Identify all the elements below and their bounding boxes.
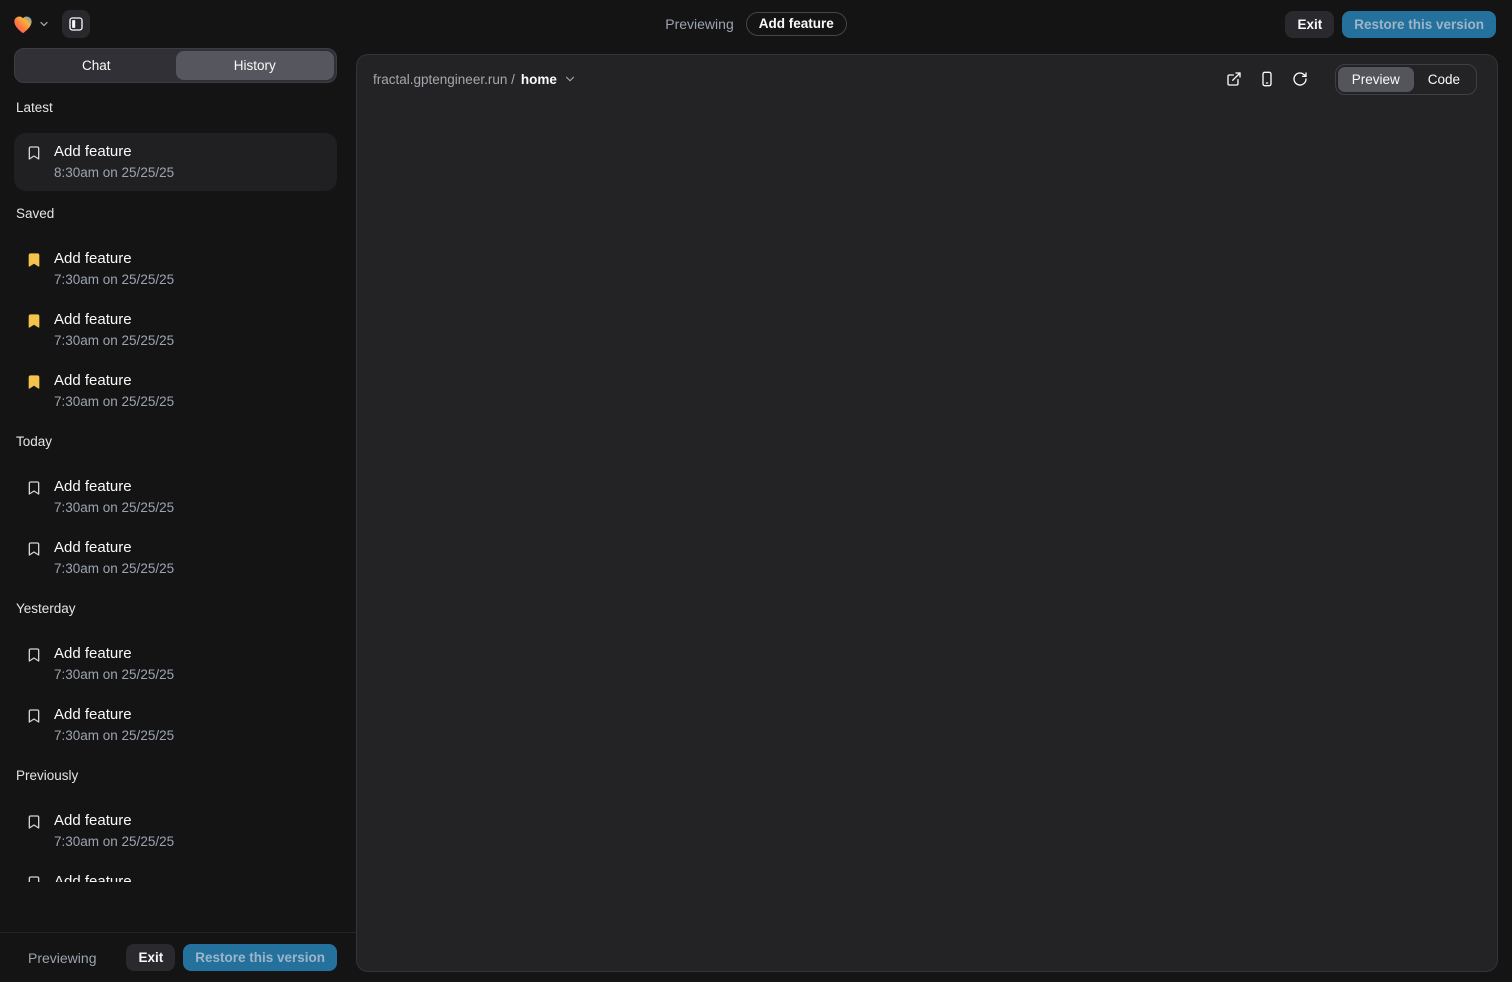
previewing-label: Previewing [665, 16, 733, 32]
section-yesterday: Yesterday Add feature 7:30am on 25/25/25… [14, 600, 337, 744]
url-selector[interactable]: fractal.gptengineer.run / home [373, 72, 577, 87]
history-item-title: Add feature [54, 311, 174, 329]
section-title: Previously [14, 767, 337, 784]
exit-button-footer[interactable]: Exit [126, 944, 175, 971]
bookmark-icon[interactable] [26, 708, 42, 724]
history-item-title: Add feature [54, 645, 174, 663]
history-item-time: 7:30am on 25/25/25 [54, 272, 174, 288]
history-item[interactable]: Add feature 7:30am on 25/25/25 [14, 372, 337, 410]
preview-content [357, 97, 1497, 971]
section-title: Saved [14, 205, 337, 222]
section-title: Latest [14, 99, 337, 116]
section-saved: Saved Add feature 7:30am on 25/25/25 Add… [14, 205, 337, 410]
tab-code[interactable]: Code [1414, 67, 1474, 92]
history-item-time: 7:30am on 25/25/25 [54, 500, 174, 516]
history-item-time: 8:30am on 25/25/25 [54, 165, 174, 181]
bookmark-filled-icon[interactable] [26, 252, 42, 268]
history-item-title: Add feature [54, 372, 174, 390]
chevron-down-icon [563, 72, 577, 86]
history-item-time: 7:30am on 25/25/25 [54, 394, 174, 410]
sidebar-footer: Previewing Exit Restore this version [0, 932, 356, 982]
history-item[interactable]: Add feature 7:30am on 25/25/25 [14, 539, 337, 577]
section-title: Today [14, 433, 337, 450]
preview-panel: fractal.gptengineer.run / home [356, 54, 1498, 972]
bookmark-icon[interactable] [26, 480, 42, 496]
history-sidebar: Chat History Latest Add feature 8:30am o… [0, 48, 356, 982]
history-item[interactable]: Add feature 7:30am on 25/25/25 [14, 812, 337, 850]
history-item-time: 7:30am on 25/25/25 [54, 728, 174, 744]
bookmark-filled-icon[interactable] [26, 374, 42, 390]
history-item-time: 7:30am on 25/25/25 [54, 333, 174, 349]
history-item-title: Add feature [54, 706, 174, 724]
previewing-status: Previewing [28, 950, 96, 966]
history-item-title: Add feature [54, 539, 174, 557]
refresh-button[interactable] [1288, 67, 1312, 91]
version-badge: Add feature [746, 12, 847, 36]
mobile-view-button[interactable] [1255, 67, 1279, 91]
history-item-title: Add feature [54, 478, 174, 496]
exit-button[interactable]: Exit [1285, 11, 1334, 38]
history-item-time: 7:30am on 25/25/25 [54, 561, 174, 577]
section-today: Today Add feature 7:30am on 25/25/25 Add… [14, 433, 337, 577]
section-title: Yesterday [14, 600, 337, 617]
history-item[interactable]: Add feature 7:30am on 25/25/25 [14, 250, 337, 288]
tab-chat[interactable]: Chat [17, 51, 176, 80]
rotate-cw-icon [1292, 71, 1308, 87]
bookmark-icon[interactable] [26, 647, 42, 663]
preview-header: fractal.gptengineer.run / home [357, 55, 1497, 97]
history-item[interactable]: Add feature 7:30am on 25/25/25 [14, 706, 337, 744]
smartphone-icon [1259, 71, 1275, 87]
history-item-title: Add feature [54, 812, 174, 830]
history-item-time: 7:30am on 25/25/25 [54, 667, 174, 683]
history-item-title: Add feature [54, 143, 174, 161]
bookmark-filled-icon[interactable] [26, 313, 42, 329]
history-item-title: Add feature [54, 873, 174, 882]
tab-history[interactable]: History [176, 51, 335, 80]
external-link-icon [1226, 71, 1242, 87]
top-bar: Previewing Add feature Exit Restore this… [0, 0, 1512, 48]
open-external-button[interactable] [1222, 67, 1246, 91]
bookmark-icon[interactable] [26, 875, 42, 882]
history-list: Latest Add feature 8:30am on 25/25/25 Sa… [14, 83, 337, 882]
history-item[interactable]: Add feature 7:30am on 25/25/25 [14, 311, 337, 349]
view-mode-toggle: Preview Code [1335, 64, 1477, 95]
history-item[interactable]: Add feature 7:30am on 25/25/25 [14, 478, 337, 516]
url-prefix: fractal.gptengineer.run / [373, 72, 515, 87]
history-item[interactable]: Add feature 7:30am on 25/25/25 [14, 873, 337, 882]
bookmark-icon[interactable] [26, 814, 42, 830]
restore-version-button[interactable]: Restore this version [1342, 11, 1496, 38]
history-item[interactable]: Add feature 8:30am on 25/25/25 [14, 133, 337, 191]
section-previously: Previously Add feature 7:30am on 25/25/2… [14, 767, 337, 882]
history-item-time: 7:30am on 25/25/25 [54, 834, 174, 850]
bookmark-icon[interactable] [26, 541, 42, 557]
url-page: home [521, 72, 557, 87]
tab-preview[interactable]: Preview [1338, 67, 1414, 92]
history-item[interactable]: Add feature 7:30am on 25/25/25 [14, 645, 337, 683]
restore-version-button-footer[interactable]: Restore this version [183, 944, 337, 971]
history-item-title: Add feature [54, 250, 174, 268]
bookmark-icon[interactable] [26, 145, 42, 161]
section-latest: Latest Add feature 8:30am on 25/25/25 [14, 99, 337, 191]
sidebar-tab-switcher: Chat History [14, 48, 337, 83]
